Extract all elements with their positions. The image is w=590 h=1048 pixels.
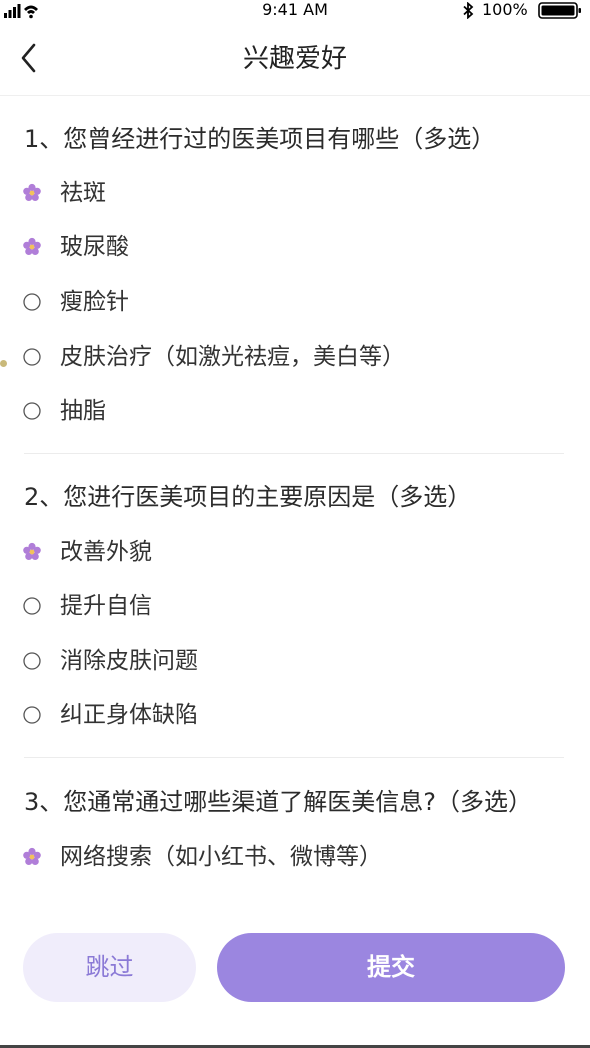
- radio-circle-icon: [20, 399, 44, 423]
- edge-marker-dot: [0, 360, 7, 367]
- option-item[interactable]: 网络搜索（如小红书、微博等）: [20, 840, 382, 874]
- checked-flower-icon: [20, 235, 44, 259]
- option-label: 消除皮肤问题: [60, 648, 198, 674]
- option-item[interactable]: 皮肤治疗（如激光祛痘，美白等）: [20, 340, 405, 374]
- radio-circle-icon: [20, 345, 44, 369]
- option-label: 瘦脸针: [60, 289, 129, 315]
- checked-flower-icon: [20, 540, 44, 564]
- option-label: 网络搜索（如小红书、微博等）: [60, 844, 382, 870]
- option-label: 祛斑: [60, 180, 106, 206]
- submit-button[interactable]: 提交: [217, 933, 565, 1002]
- battery-percent: 100%: [482, 0, 528, 19]
- page-title: 兴趣爱好: [242, 44, 347, 74]
- radio-circle-icon: [20, 290, 44, 314]
- checked-flower-icon: [20, 181, 44, 205]
- radio-circle-icon: [20, 649, 44, 673]
- option-label: 纠正身体缺陷: [60, 702, 198, 728]
- question-title: 2、您进行医美项目的主要原因是（多选）: [24, 483, 472, 511]
- divider: [24, 757, 564, 758]
- option-item[interactable]: 提升自信: [20, 589, 152, 623]
- option-label: 提升自信: [60, 593, 152, 619]
- nav-bar: 兴趣爱好: [0, 22, 590, 96]
- option-label: 改善外貌: [60, 539, 152, 565]
- option-item[interactable]: 消除皮肤问题: [20, 644, 198, 678]
- skip-button[interactable]: 跳过: [23, 933, 196, 1002]
- option-item[interactable]: 抽脂: [20, 394, 106, 428]
- checked-flower-icon: [20, 845, 44, 869]
- option-label: 皮肤治疗（如激光祛痘，美白等）: [60, 344, 405, 370]
- radio-circle-icon: [20, 594, 44, 618]
- question-title: 3、您通常通过哪些渠道了解医美信息?（多选）: [24, 788, 533, 816]
- radio-circle-icon: [20, 703, 44, 727]
- option-item[interactable]: 祛斑: [20, 176, 106, 210]
- option-item[interactable]: 纠正身体缺陷: [20, 698, 198, 732]
- option-item[interactable]: 玻尿酸: [20, 230, 129, 264]
- question-title: 1、您曾经进行过的医美项目有哪些（多选）: [24, 125, 496, 153]
- option-item[interactable]: 瘦脸针: [20, 285, 129, 319]
- bluetooth-icon: [463, 2, 474, 19]
- battery-icon: [538, 2, 581, 19]
- divider: [24, 453, 564, 454]
- status-bar: 9:41 AM 100%: [0, 0, 590, 22]
- option-item[interactable]: 改善外貌: [20, 535, 152, 569]
- option-label: 抽脂: [60, 398, 106, 424]
- option-label: 玻尿酸: [60, 234, 129, 260]
